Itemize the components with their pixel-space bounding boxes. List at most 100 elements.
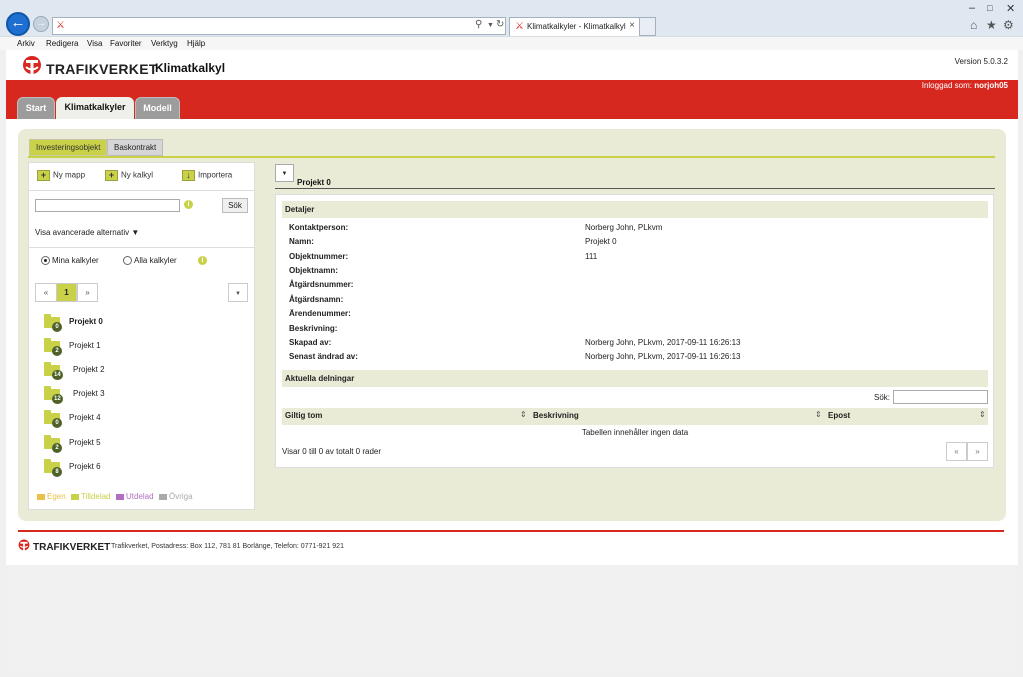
detail-value: Norberg John, PLkvm, 2017-09-11 16:26:13 [585, 352, 741, 361]
menu-favoriter[interactable]: Favoriter [110, 39, 142, 48]
tab-start[interactable]: Start [17, 97, 55, 119]
subtab-investeringsobjekt[interactable]: Investeringsobjekt [29, 139, 108, 156]
import-button[interactable]: ↓ Importera [182, 170, 232, 181]
column-header-epost[interactable]: Epost [828, 411, 850, 420]
folder-item[interactable]: 0 Projekt 4 [44, 410, 164, 428]
detail-label: Objektnummer: [289, 252, 349, 261]
back-arrow-icon[interactable]: ← [6, 12, 30, 36]
project-title: Projekt 0 [297, 178, 331, 187]
count-badge: 2 [52, 346, 62, 356]
detail-label: Senast ändrad av: [289, 352, 358, 361]
sort-icon[interactable]: ⇕ [815, 410, 822, 419]
folder-name: Projekt 0 [69, 317, 103, 326]
radio-mine-label: Mina kalkyler [52, 256, 99, 265]
detail-label: Beskrivning: [289, 324, 338, 333]
menu-visa[interactable]: Visa [87, 39, 102, 48]
tab-klimatkalkyler[interactable]: Klimatkalkyler [56, 97, 134, 119]
table-search-input[interactable] [893, 390, 988, 404]
new-folder-label: Ny mapp [53, 170, 86, 180]
menu-arkiv[interactable]: Arkiv [17, 39, 35, 48]
folder-item[interactable]: 0 Projekt 0 [44, 314, 164, 332]
search-button[interactable]: Sök [222, 198, 248, 213]
table-pager-prev[interactable]: « [946, 442, 967, 461]
address-bar[interactable]: ⚔ ⚲ ▼ ↻ [52, 17, 506, 35]
browser-tab[interactable]: ⚔ Klimatkalkyler - Klimatkalkyl × [509, 17, 640, 36]
count-badge: 0 [52, 322, 62, 332]
maximize-icon[interactable]: □ [987, 3, 992, 13]
divider [29, 247, 254, 248]
table-header-row [282, 408, 988, 425]
tab-close-icon[interactable]: × [629, 20, 635, 31]
folder-icon [37, 493, 45, 500]
shares-heading: Aktuella delningar [282, 370, 988, 387]
folder-item[interactable]: 14 Projekt 2 [44, 362, 164, 380]
favorites-star-icon[interactable]: ★ [986, 18, 997, 32]
column-header-beskrivning[interactable]: Beskrivning [533, 411, 579, 420]
sort-dropdown-button[interactable]: ▼ [228, 283, 248, 302]
table-pager-next[interactable]: » [967, 442, 988, 461]
folder-item[interactable]: 2 Projekt 5 [44, 435, 164, 453]
forward-arrow-icon[interactable]: → [33, 16, 49, 32]
refresh-icon[interactable]: ↻ [496, 19, 504, 30]
info-icon[interactable]: i [184, 200, 193, 209]
tab-modell[interactable]: Modell [135, 97, 180, 119]
column-header-giltig-tom[interactable]: Giltig tom [285, 411, 322, 420]
radio-all[interactable]: Alla kalkyler [123, 256, 177, 266]
import-icon: ↓ [182, 170, 195, 181]
table-info: Visar 0 till 0 av totalt 0 rader [282, 447, 382, 456]
detail-label: Objektnamn: [289, 266, 338, 275]
folder-icon [71, 493, 79, 500]
folder-name: Projekt 2 [73, 365, 105, 374]
count-badge: 8 [52, 467, 62, 477]
version-label: Version 5.0.3.2 [954, 57, 1008, 66]
folder-item[interactable]: 8 Projekt 6 [44, 459, 164, 477]
search-icon[interactable]: ⚲ [475, 19, 482, 30]
sort-icon[interactable]: ⇕ [520, 410, 527, 419]
dropdown-icon[interactable]: ▼ [487, 22, 494, 29]
info-icon[interactable]: i [198, 256, 207, 265]
detail-label: Åtgärdsnummer: [289, 280, 354, 289]
title-underline [275, 188, 995, 189]
close-window-icon[interactable]: ✕ [1006, 2, 1015, 15]
folder-icon [159, 493, 167, 500]
folder-name: Projekt 6 [69, 462, 101, 471]
empty-table-message: Tabellen innehåller ingen data [581, 428, 689, 437]
radio-mine[interactable]: Mina kalkyler [41, 256, 99, 266]
project-menu-button[interactable]: ▼ [275, 164, 294, 182]
chevron-down-icon: ▼ [281, 171, 288, 177]
radio-unselected-icon [123, 256, 132, 266]
menu-verktyg[interactable]: Verktyg [151, 39, 178, 48]
pager-prev[interactable]: « [35, 283, 57, 302]
menu-bar: Arkiv Redigera Visa Favoriter Verktyg Hj… [0, 36, 1023, 50]
subtab-underline [28, 156, 995, 158]
legend-label: Övriga [169, 492, 193, 501]
import-label: Importera [198, 170, 233, 180]
menu-hjalp[interactable]: Hjälp [187, 39, 205, 48]
menu-redigera[interactable]: Redigera [46, 39, 78, 48]
new-tab-button[interactable] [640, 17, 656, 36]
chevron-down-icon: ▼ [235, 291, 241, 297]
advanced-options-toggle[interactable]: Visa avancerade alternativ ▼ [35, 228, 139, 237]
new-folder-button[interactable]: + Ny mapp [37, 170, 85, 181]
minimize-icon[interactable]: – [969, 2, 975, 14]
radio-selected-icon [41, 256, 50, 266]
subtab-baskontrakt[interactable]: Baskontrakt [107, 139, 164, 156]
sort-icon[interactable]: ⇕ [979, 410, 986, 419]
pager-current[interactable]: 1 [56, 283, 77, 302]
tree-search-input[interactable] [35, 199, 180, 212]
new-calculation-button[interactable]: + Ny kalkyl [105, 170, 153, 181]
legend-tilldelad: Tilldelad [71, 492, 111, 501]
folder-name: Projekt 5 [69, 438, 101, 447]
detail-label: Skapad av: [289, 338, 332, 347]
settings-gear-icon[interactable]: ⚙ [1003, 18, 1014, 32]
footer-divider [18, 530, 1004, 532]
folder-item[interactable]: 2 Projekt 1 [44, 338, 164, 356]
detail-label: Kontaktperson: [289, 223, 349, 232]
logged-in-info: Inloggad som: norjoh05 [922, 81, 1008, 90]
pager-next[interactable]: » [77, 283, 98, 302]
count-badge: 14 [52, 370, 63, 380]
folder-item[interactable]: 12 Projekt 3 [44, 386, 164, 404]
count-badge: 12 [52, 394, 63, 404]
brand-logo-text: TRAFIKVERKET [46, 61, 158, 77]
home-icon[interactable]: ⌂ [970, 18, 977, 32]
